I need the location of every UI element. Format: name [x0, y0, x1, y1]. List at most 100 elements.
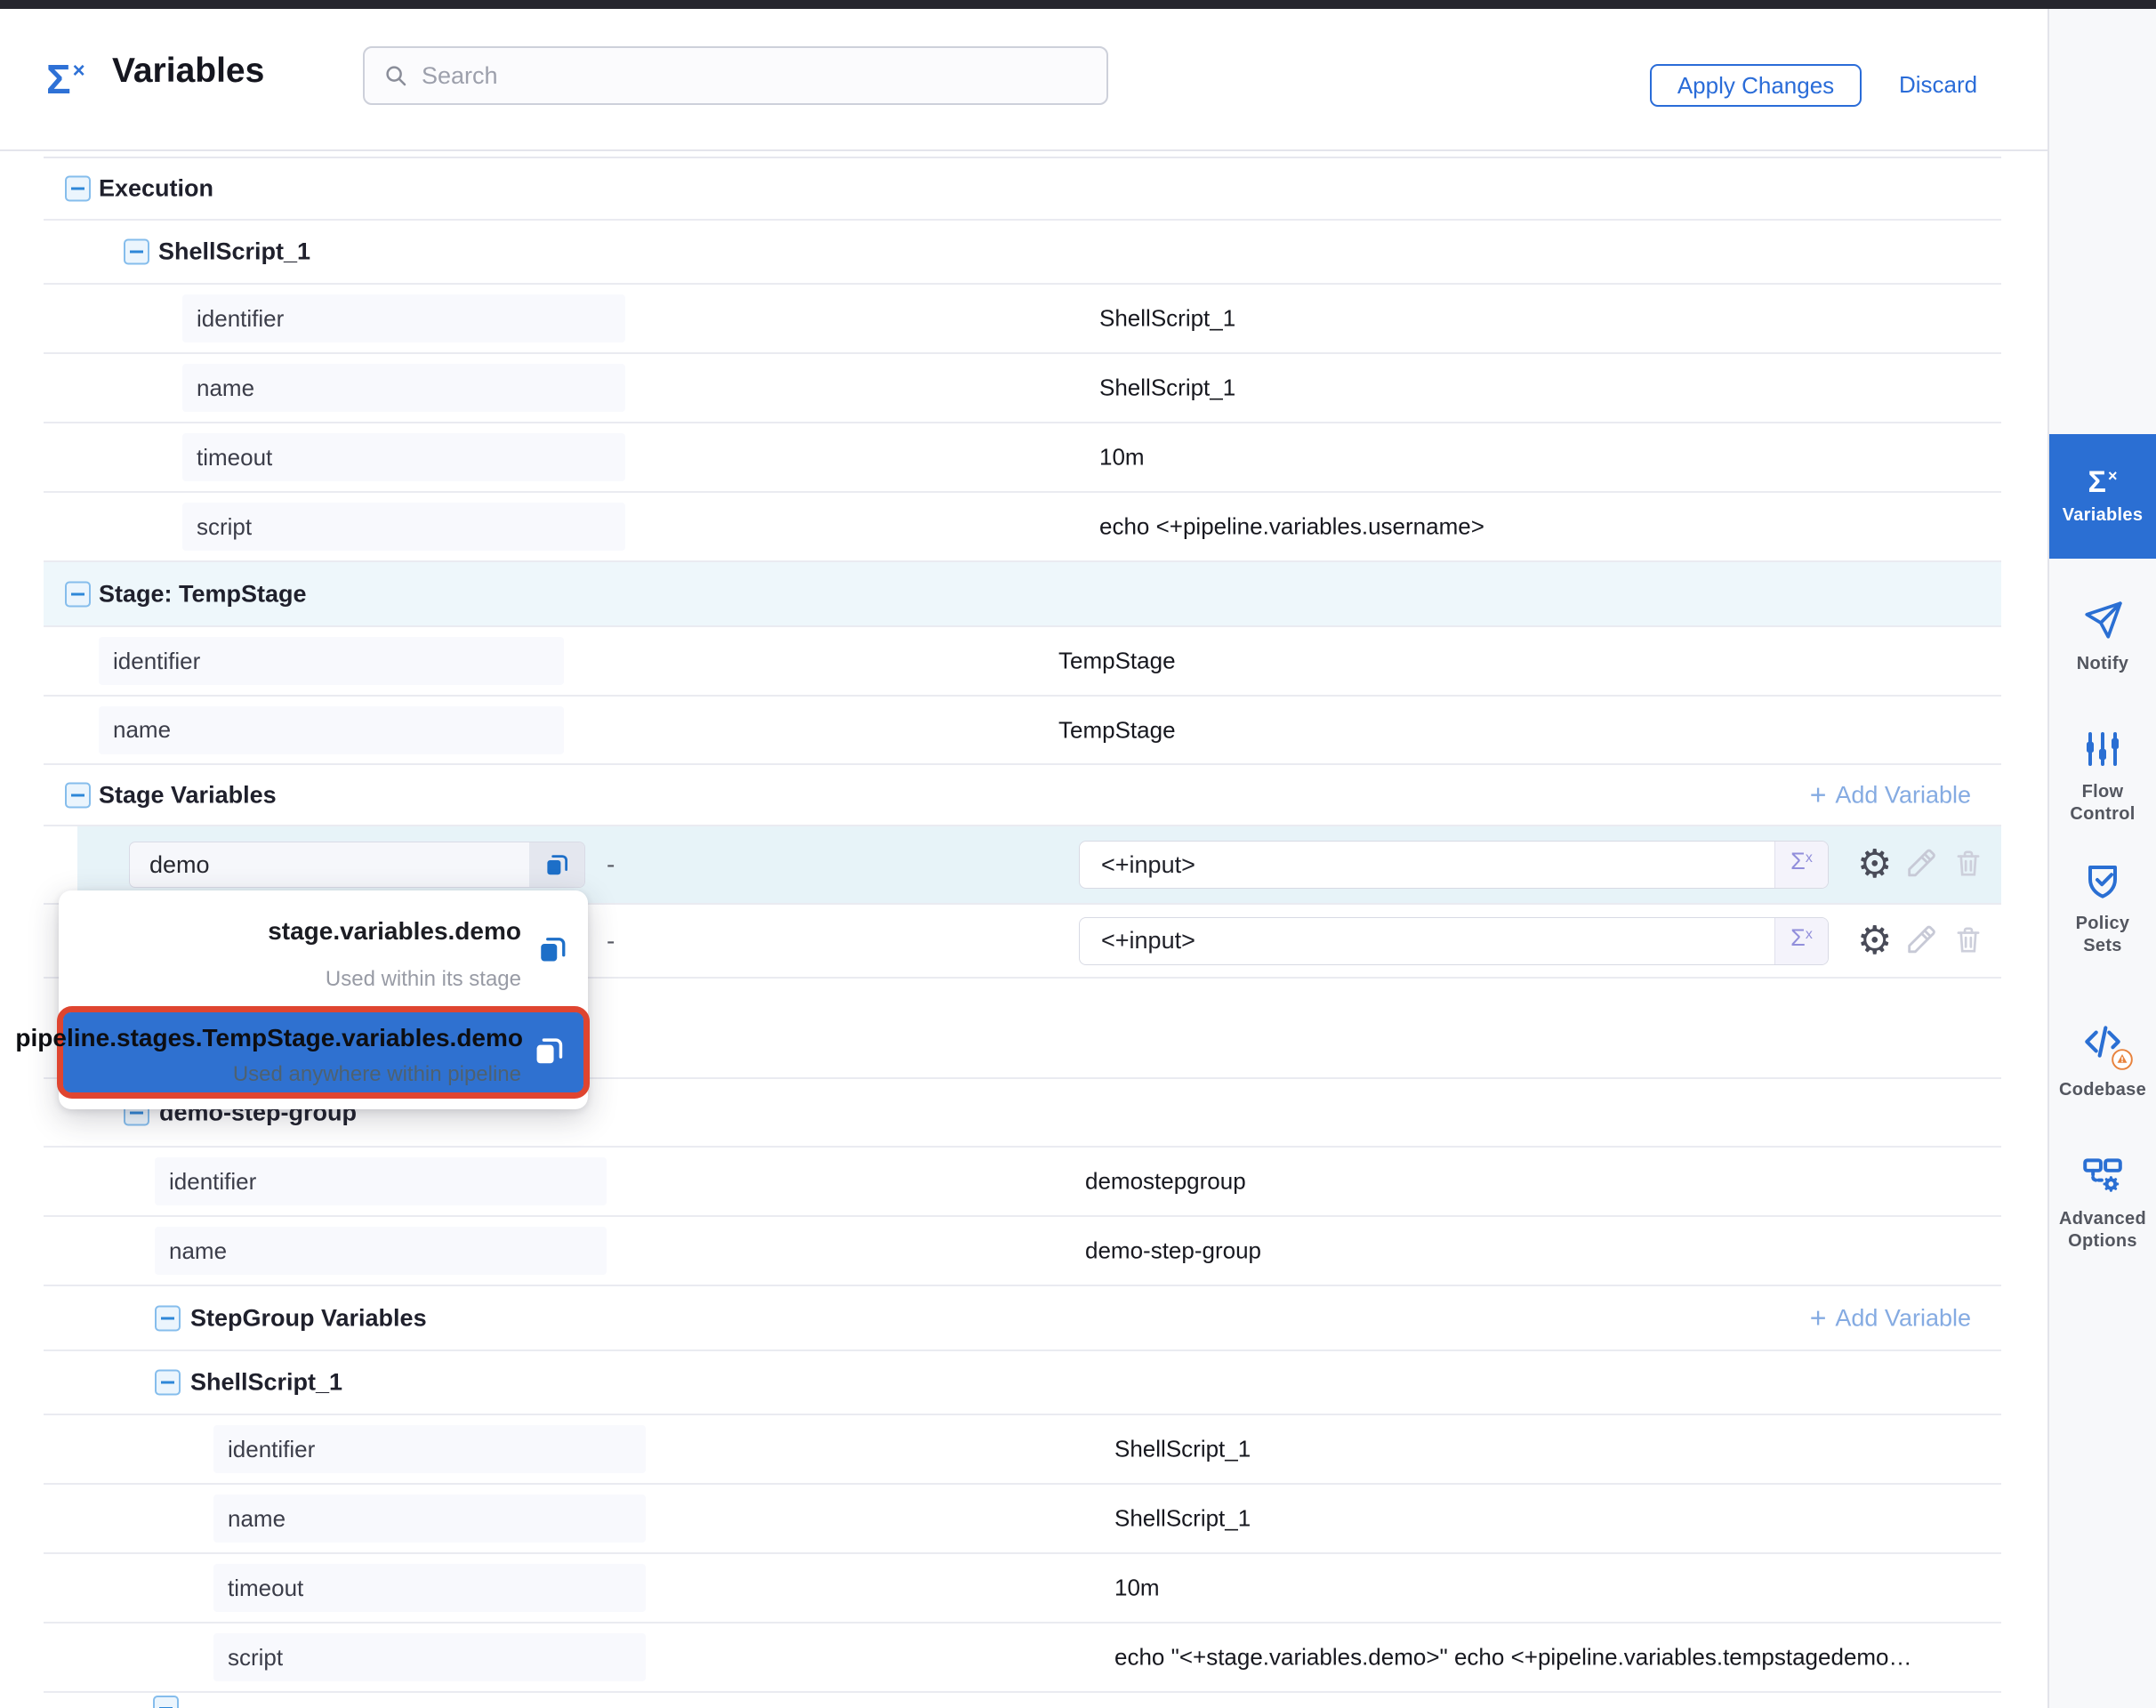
field-value: TempStage — [1058, 648, 1176, 675]
plus-icon: + — [1810, 783, 1827, 808]
collapse-icon[interactable] — [124, 239, 149, 265]
sidebar-item-advanced-options[interactable]: Advanced Options — [2049, 1153, 2156, 1253]
field-label: timeout — [213, 1564, 646, 1612]
advanced-options-icon — [2080, 1153, 2125, 1197]
collapse-icon[interactable] — [155, 1305, 181, 1331]
variable-settings-button[interactable]: ⚙ — [1857, 922, 1892, 961]
expression-text: stage.variables.demo — [268, 917, 521, 946]
expression-type-button[interactable]: Σx — [1774, 842, 1828, 888]
collapse-icon[interactable] — [153, 1696, 179, 1708]
field-label: name — [155, 1227, 607, 1275]
field-label: script — [213, 1633, 646, 1681]
trash-icon — [1951, 847, 1985, 881]
annotation-highlight-ring: pipeline.stages.TempStage.variables.demo… — [57, 1006, 590, 1099]
expression-option-stage-scope[interactable]: stage.variables.demo Used within its sta… — [59, 890, 588, 1004]
search-input[interactable] — [422, 62, 1044, 90]
table-row: timeout 10m — [44, 1554, 2001, 1623]
table-row-section-header: Stage Variables + Add Variable — [44, 765, 2001, 826]
field-label: name — [99, 706, 564, 754]
variable-name-input[interactable]: demo — [129, 842, 585, 888]
variable-settings-button[interactable]: ⚙ — [1857, 845, 1892, 884]
table-row: identifier ShellScript_1 — [44, 1415, 2001, 1485]
table-row: ShellScript_1 — [44, 221, 2001, 285]
plus-icon: + — [1810, 1306, 1827, 1331]
delete-variable-button[interactable] — [1951, 847, 1985, 883]
discard-button[interactable]: Discard — [1899, 71, 1977, 99]
copy-expression-button[interactable] — [529, 842, 584, 887]
field-label: identifier — [155, 1157, 607, 1205]
add-variable-button[interactable]: + Add Variable — [1810, 781, 1971, 809]
group-label: Stage: TempStage — [99, 580, 307, 608]
table-row: identifier ShellScript_1 — [44, 285, 2001, 354]
copy-icon — [536, 933, 568, 965]
sidebar-item-codebase[interactable]: Codebase — [2049, 1019, 2156, 1101]
collapse-icon[interactable] — [65, 176, 91, 202]
table-row: Execution — [44, 157, 2001, 221]
copy-icon — [532, 1034, 566, 1068]
edit-variable-button[interactable] — [1903, 922, 1939, 960]
field-value: ShellScript_1 — [1114, 1505, 1251, 1533]
table-row: script echo "<+stage.variables.demo>" ec… — [44, 1623, 2001, 1693]
sidebar-item-policy-sets[interactable]: Policy Sets — [2049, 859, 2156, 957]
variable-value: <+input> — [1101, 851, 1774, 879]
table-row: timeout 10m — [44, 423, 2001, 493]
warning-badge-icon — [2111, 1048, 2134, 1071]
shield-check-icon — [2081, 859, 2124, 902]
expression-text: pipeline.stages.TempStage.variables.demo — [15, 1024, 523, 1052]
group-label: Execution — [99, 175, 213, 203]
field-label: name — [213, 1494, 646, 1543]
field-value: demostepgroup — [1085, 1168, 1246, 1196]
field-value: ShellScript_1 — [1099, 375, 1235, 402]
variables-sigma-icon: Σ× — [2088, 467, 2118, 497]
pencil-icon — [1903, 922, 1939, 957]
gear-icon: ⚙ — [1857, 919, 1892, 963]
table-row: name ShellScript_1 — [44, 354, 2001, 423]
group-label: ShellScript_1 — [190, 1369, 342, 1397]
field-value: demo-step-group — [1085, 1237, 1261, 1265]
search-icon — [382, 62, 409, 89]
search-box[interactable] — [363, 46, 1108, 105]
expression-scope-text: Used within its stage — [326, 967, 521, 992]
expression-option-pipeline-scope[interactable]: pipeline.stages.TempStage.variables.demo… — [63, 1012, 583, 1092]
group-label: ShellScript_1 — [158, 238, 310, 266]
expression-type-button[interactable]: Σx — [1774, 918, 1828, 964]
sliders-icon — [2081, 728, 2124, 770]
sidebar-item-notify[interactable]: Notify — [2049, 598, 2156, 675]
field-label: name — [182, 364, 625, 412]
table-row-section-header: StepGroup Variables + Add Variable — [44, 1286, 2001, 1351]
sidebar-item-flow-control[interactable]: Flow Control — [2049, 728, 2156, 826]
collapse-icon[interactable] — [65, 581, 91, 607]
table-row: name ShellScript_1 — [44, 1485, 2001, 1554]
window-top-strip — [0, 0, 2156, 9]
edit-variable-button[interactable] — [1903, 846, 1939, 884]
collapse-icon[interactable] — [65, 782, 91, 808]
table-row: identifier demostepgroup — [44, 1148, 2001, 1217]
variable-value-input[interactable]: <+input> Σx — [1079, 841, 1829, 889]
apply-changes-button[interactable]: Apply Changes — [1650, 64, 1862, 107]
table-row: name demo-step-group — [44, 1217, 2001, 1286]
add-variable-button[interactable]: + Add Variable — [1810, 1304, 1971, 1332]
field-value: 10m — [1114, 1575, 1160, 1602]
stage-row-highlight — [44, 562, 2001, 625]
table-row-stage-header: Stage: TempStage — [44, 562, 2001, 627]
variable-name: demo — [149, 851, 529, 879]
field-value: TempStage — [1058, 716, 1176, 744]
delete-variable-button[interactable] — [1951, 922, 1985, 959]
field-value: echo <+pipeline.variables.username> — [1099, 513, 1484, 541]
expression-copy-popover: stage.variables.demo Used within its sta… — [59, 890, 588, 1109]
field-value: 10m — [1099, 444, 1145, 471]
copy-icon — [543, 851, 570, 878]
collapse-icon[interactable] — [155, 1370, 181, 1396]
sidebar-item-variables[interactable]: Σ× Variables — [2049, 434, 2156, 559]
pipeline-sidebar: Σ× Variables Notify Flow Control Policy … — [2047, 9, 2156, 1708]
field-value: echo "<+stage.variables.demo>" echo <+pi… — [1114, 1644, 1912, 1672]
variable-value-input[interactable]: <+input> Σx — [1079, 917, 1829, 965]
table-row: name TempStage — [44, 697, 2001, 765]
group-label: StepGroup Variables — [190, 1304, 427, 1332]
page-title: Variables — [112, 52, 264, 91]
field-label: identifier — [99, 637, 564, 685]
paper-plane-icon — [2080, 598, 2125, 642]
required-dash: - — [607, 850, 615, 879]
gear-icon: ⚙ — [1857, 842, 1892, 886]
table-row: script echo <+pipeline.variables.usernam… — [44, 493, 2001, 562]
